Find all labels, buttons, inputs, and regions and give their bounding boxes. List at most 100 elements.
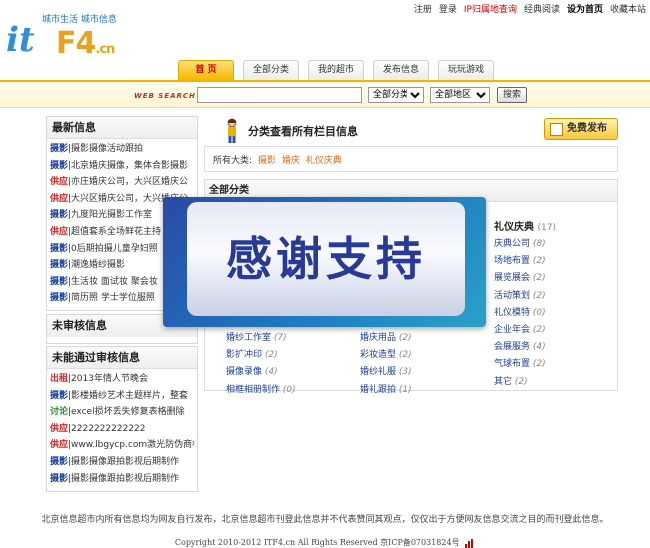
subcategory-link[interactable]: 彩妆造型 (2) — [360, 347, 490, 364]
item-title[interactable]: |潮逸婚纱摄影 — [68, 260, 125, 270]
item-category[interactable]: 供应 — [50, 424, 68, 434]
item-category[interactable]: 摄影 — [50, 244, 68, 254]
search-button[interactable]: 搜索 — [497, 87, 527, 103]
subcategory-name[interactable]: 庆典公司 — [494, 239, 530, 249]
item-category[interactable]: 讨论 — [50, 407, 68, 417]
subcategory-name[interactable]: 活动策划 — [494, 291, 530, 301]
list-item[interactable]: 摄影|摄影摄像跟拍影视后期制作 — [50, 454, 194, 471]
item-title[interactable]: |www.lbgycp.com激光防伪商标 — [68, 440, 194, 450]
subcategory-link[interactable]: 气球布置 (2) — [494, 356, 624, 373]
area-select[interactable]: 全部地区 — [430, 87, 490, 103]
site-logo[interactable]: 城市生活 城市信息 it F4.cn — [4, 8, 134, 61]
item-category[interactable]: 摄影 — [50, 144, 68, 154]
login-link[interactable]: 登录 — [439, 2, 457, 15]
subcategory-link[interactable]: 会展服务 (4) — [494, 339, 624, 356]
subcategory-link[interactable]: 场地布置 (2) — [494, 253, 624, 270]
subcategory-name[interactable]: 气球布置 — [494, 359, 530, 369]
subcategory-link[interactable]: 企业年会 (2) — [494, 322, 624, 339]
subcategory-link[interactable]: 摄像录像 (4) — [226, 364, 356, 381]
list-item[interactable]: 讨论|excel损坏丢失修复表格删除 — [50, 404, 194, 421]
subcategory-link[interactable]: 婚礼跟拍 (1) — [360, 382, 490, 399]
list-item[interactable]: 摄影|北京婚庆摄像，集体合影摄影 — [50, 158, 194, 175]
tab-home[interactable]: 首 页 — [178, 60, 234, 80]
item-title[interactable]: |摄影摄像跟拍影视后期制作 — [68, 457, 179, 467]
list-item[interactable]: 摄影|影楼婚纱艺术主题样片，整套 — [50, 388, 194, 405]
set-homepage-link[interactable]: 设为首页 — [567, 2, 603, 15]
item-title[interactable]: |超值套系全场鲜花主持 — [68, 227, 161, 237]
item-category[interactable]: 摄影 — [50, 277, 68, 287]
bookmark-link[interactable]: 收藏本站 — [610, 2, 646, 15]
stats-icon[interactable] — [465, 538, 475, 548]
subcategory-link[interactable]: 其它 (2) — [494, 374, 624, 391]
item-title[interactable]: |0后期拍摄儿童孕妇照 — [68, 244, 158, 254]
item-category[interactable]: 供应 — [50, 440, 68, 450]
item-title[interactable]: |亦庄婚庆公司，大兴区婚庆公 — [68, 177, 188, 187]
subcategory-name[interactable]: 企业年会 — [494, 325, 530, 335]
item-title[interactable]: |2222222222222 — [68, 424, 145, 434]
subcategory-link[interactable]: 影扩冲印 (2) — [226, 347, 356, 364]
subcategory-name[interactable]: 展览展会 — [494, 273, 530, 283]
subcategory-name[interactable]: 影扩冲印 — [226, 350, 262, 360]
subcategory-name[interactable]: 场地布置 — [494, 256, 530, 266]
item-category[interactable]: 摄影 — [50, 260, 68, 270]
ip-lookup-link[interactable]: IP归属地查询 — [464, 2, 517, 15]
subcategory-name[interactable]: 婚礼跟拍 — [360, 385, 396, 395]
item-category[interactable]: 出租 — [50, 374, 68, 384]
item-category[interactable]: 摄影 — [50, 210, 68, 220]
category-link-photography[interactable]: 摄影 — [258, 156, 276, 166]
item-title[interactable]: |摄影摄像跟拍影视后期制作 — [68, 474, 179, 484]
subcategory-link[interactable]: 庆典公司 (8) — [494, 236, 624, 253]
subcategory-name[interactable]: 礼仪模特 — [494, 308, 530, 318]
search-input[interactable] — [197, 87, 362, 103]
subcategory-name[interactable]: 其它 — [494, 377, 512, 387]
tab-my-market[interactable]: 我的超市 — [308, 60, 364, 80]
category-link-wedding[interactable]: 婚庆 — [282, 156, 300, 166]
list-item[interactable]: 出租|2013年情人节晚会 — [50, 371, 194, 388]
list-item[interactable]: 摄影|摄影摄像活动跟拍 — [50, 141, 194, 158]
subcategory-link[interactable]: 婚纱工作室 (7) — [226, 330, 356, 347]
tab-all-categories[interactable]: 全部分类 — [243, 60, 299, 80]
item-title[interactable]: |2013年情人节晚会 — [68, 374, 148, 384]
column-title[interactable]: 礼仪庆典 (17) — [494, 218, 624, 233]
subcategory-link[interactable]: 相框相册制作 (0) — [226, 382, 356, 399]
subcategory-name[interactable]: 彩妆造型 — [360, 350, 396, 360]
category-link-ceremony[interactable]: 礼仪庆典 — [306, 156, 342, 166]
category-select[interactable]: 全部分类 — [368, 87, 424, 103]
item-title[interactable]: |影楼婚纱艺术主题样片，整套 — [68, 391, 188, 401]
item-category[interactable]: 供应 — [50, 227, 68, 237]
item-title[interactable]: |简历照 学士学位服照 — [68, 293, 155, 303]
item-category[interactable]: 摄影 — [50, 457, 68, 467]
subcategory-link[interactable]: 婚庆用品 (2) — [360, 330, 490, 347]
item-title[interactable]: |摄影摄像活动跟拍 — [68, 144, 143, 154]
item-category[interactable]: 摄影 — [50, 474, 68, 484]
thanks-overlay-banner[interactable]: 感谢支持 — [163, 197, 486, 327]
list-item[interactable]: 摄影|摄影摄像跟拍影视后期制作 — [50, 471, 194, 488]
tab-post-info[interactable]: 发布信息 — [373, 60, 429, 80]
item-title[interactable]: |excel损坏丢失修复表格删除 — [68, 407, 185, 417]
subcategory-link[interactable]: 展览展会 (2) — [494, 270, 624, 287]
item-category[interactable]: 摄影 — [50, 391, 68, 401]
item-category[interactable]: 供应 — [50, 177, 68, 187]
free-publish-button[interactable]: 免费发布 — [544, 118, 618, 140]
register-link[interactable]: 注册 — [414, 2, 432, 15]
item-category[interactable]: 摄影 — [50, 161, 68, 171]
list-item[interactable]: 供应|2222222222222 — [50, 421, 194, 438]
subcategory-name[interactable]: 婚庆用品 — [360, 333, 396, 343]
item-title[interactable]: |九度阳光摄影工作室 — [68, 210, 152, 220]
subcategory-link[interactable]: 婚纱礼服 (3) — [360, 364, 490, 381]
subcategory-link[interactable]: 礼仪模特 (0) — [494, 305, 624, 322]
list-item[interactable]: 供应|亦庄婚庆公司，大兴区婚庆公 — [50, 174, 194, 191]
subcategory-name[interactable]: 会展服务 — [494, 342, 530, 352]
list-item[interactable]: 供应|www.lbgycp.com激光防伪商标 — [50, 437, 194, 454]
item-category[interactable]: 摄影 — [50, 293, 68, 303]
subcategory-name[interactable]: 摄像录像 — [226, 367, 262, 377]
item-category[interactable]: 供应 — [50, 194, 68, 204]
item-title[interactable]: |生活妆 面试妆 聚会妆 — [68, 277, 158, 287]
subcategory-name[interactable]: 婚纱礼服 — [360, 367, 396, 377]
subcategory-link[interactable]: 活动策划 (2) — [494, 288, 624, 305]
tab-games[interactable]: 玩玩游戏 — [438, 60, 494, 80]
subcategory-name[interactable]: 相框相册制作 — [226, 385, 280, 395]
classic-reading-link[interactable]: 经典阅读 — [524, 2, 560, 15]
subcategory-name[interactable]: 婚纱工作室 — [226, 333, 271, 343]
column-title-text[interactable]: 礼仪庆典 — [494, 222, 534, 233]
